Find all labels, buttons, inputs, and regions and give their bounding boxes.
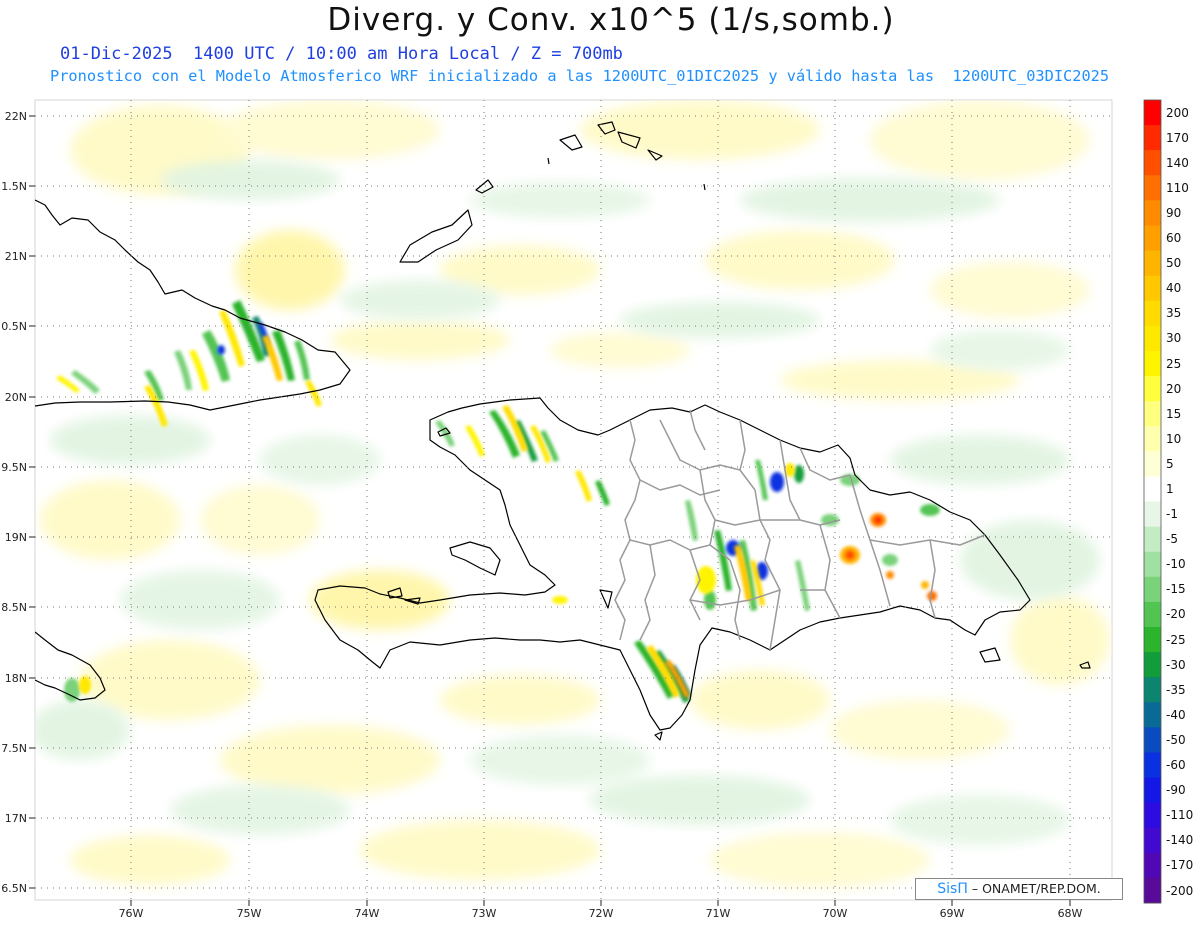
colorbar-label: 40	[1166, 281, 1182, 296]
lon-label: 74W	[355, 907, 380, 920]
colorbar-label: 35	[1166, 306, 1182, 321]
colorbar-label: 15	[1166, 406, 1182, 421]
colorbar-label: -25	[1166, 632, 1186, 647]
colorbar-swatch	[1144, 852, 1161, 879]
latitude-ticks	[29, 115, 35, 889]
lon-label: 69W	[940, 907, 965, 920]
colorbar-label: -10	[1166, 557, 1186, 572]
lon-label: 72W	[589, 907, 614, 920]
colorbar-swatch	[1144, 752, 1161, 778]
lat-label: 19N	[5, 531, 27, 544]
colorbar-label: 60	[1166, 231, 1182, 245]
colorbar-label: -20	[1166, 607, 1186, 622]
colorbar-label: -35	[1166, 682, 1186, 697]
sispi-logo-text: SisΠ	[937, 881, 968, 897]
lat-label: 6.5N	[1, 882, 27, 895]
colorbar-swatch	[1144, 601, 1161, 628]
colorbar-swatch	[1144, 827, 1161, 854]
colorbar-swatch	[1144, 275, 1161, 302]
longitude-ticks	[130, 900, 1071, 906]
colorbar-swatch	[1144, 727, 1161, 753]
colorbar-swatch	[1144, 551, 1161, 578]
credit-box: SisΠ – ONAMET/REP.DOM.	[915, 878, 1123, 900]
lat-label: 17N	[5, 812, 27, 825]
colorbar-swatch	[1144, 125, 1161, 151]
latitude-labels: 22N 1.5N 21N 0.5N 20N 9.5N 19N 8.5N 18N …	[1, 110, 27, 895]
colorbar-label: 20	[1166, 381, 1182, 396]
colorbar	[1143, 99, 1162, 904]
colorbar-label: 5	[1166, 456, 1174, 471]
colorbar-swatch	[1144, 476, 1161, 502]
colorbar-label: -5	[1166, 532, 1178, 547]
colorbar-label: 90	[1166, 205, 1182, 220]
colorbar-label: -40	[1166, 707, 1186, 722]
colorbar-label: -200	[1166, 883, 1194, 898]
colorbar-label: -110	[1166, 808, 1194, 823]
colorbar-swatch	[1144, 501, 1161, 527]
lat-label: 1.5N	[1, 180, 27, 193]
longitude-labels: 76W 75W 74W 73W 72W 71W 70W 69W 68W	[119, 907, 1083, 920]
colorbar-swatch	[1144, 702, 1161, 728]
colorbar-label: -50	[1166, 732, 1186, 747]
colorbar-swatch	[1144, 451, 1161, 477]
colorbar-swatch	[1144, 626, 1161, 653]
colorbar-swatch	[1144, 576, 1161, 603]
lat-label: 18N	[5, 672, 27, 685]
colorbar-label: 1	[1166, 482, 1174, 496]
lat-label: 20N	[5, 391, 27, 404]
colorbar-swatch	[1144, 777, 1161, 804]
lon-label: 76W	[119, 907, 144, 920]
colorbar-label: 50	[1166, 256, 1182, 271]
colorbar-swatch	[1144, 350, 1161, 377]
lon-label: 75W	[237, 907, 262, 920]
colorbar-swatch	[1144, 877, 1161, 904]
lon-label: 68W	[1058, 907, 1083, 920]
colorbar-label: -60	[1166, 758, 1186, 772]
colorbar-label: 10	[1166, 431, 1182, 446]
colorbar-swatch	[1144, 250, 1161, 277]
colorbar-swatch	[1144, 150, 1161, 176]
credit-text: – ONAMET/REP.DOM.	[971, 881, 1101, 896]
colorbar-label: -140	[1166, 833, 1194, 848]
colorbar-label: -90	[1166, 783, 1186, 798]
colorbar-label: 25	[1166, 356, 1182, 371]
colorbar-swatch	[1144, 100, 1161, 126]
colorbar-label: 200	[1166, 105, 1189, 120]
colorbar-swatch	[1144, 526, 1161, 553]
colorbar-label: 140	[1166, 155, 1189, 170]
colorbar-label: -170	[1166, 858, 1194, 873]
colorbar-label: -1	[1166, 507, 1178, 521]
colorbar-swatch	[1144, 300, 1161, 327]
lat-label: 7.5N	[1, 742, 27, 755]
colorbar-label: 30	[1166, 331, 1182, 346]
lon-label: 73W	[472, 907, 497, 920]
lat-label: 0.5N	[1, 320, 27, 333]
colorbar-swatch	[1144, 652, 1161, 678]
colorbar-swatch	[1144, 401, 1161, 427]
colorbar-swatch	[1144, 677, 1161, 703]
lat-label: 21N	[5, 250, 27, 263]
lat-label: 9.5N	[1, 461, 27, 474]
lat-label: 8.5N	[1, 601, 27, 614]
lon-label: 71W	[706, 907, 731, 920]
forecast-map: 22N 1.5N 21N 0.5N 20N 9.5N 19N 8.5N 18N …	[1, 99, 1162, 920]
colorbar-swatch	[1144, 175, 1161, 201]
lat-label: 22N	[5, 110, 27, 123]
colorbar-swatch	[1144, 426, 1161, 452]
colorbar-swatch	[1144, 325, 1161, 352]
colorbar-label: 170	[1166, 130, 1189, 145]
lon-label: 70W	[823, 907, 848, 920]
colorbar-swatch	[1144, 225, 1161, 251]
colorbar-swatch	[1144, 200, 1161, 226]
colorbar-label: -15	[1166, 582, 1186, 597]
colorbar-label: -30	[1166, 657, 1186, 672]
colorbar-label: 110	[1166, 180, 1189, 195]
colorbar-swatch	[1144, 376, 1161, 402]
colorbar-swatch	[1144, 802, 1161, 829]
